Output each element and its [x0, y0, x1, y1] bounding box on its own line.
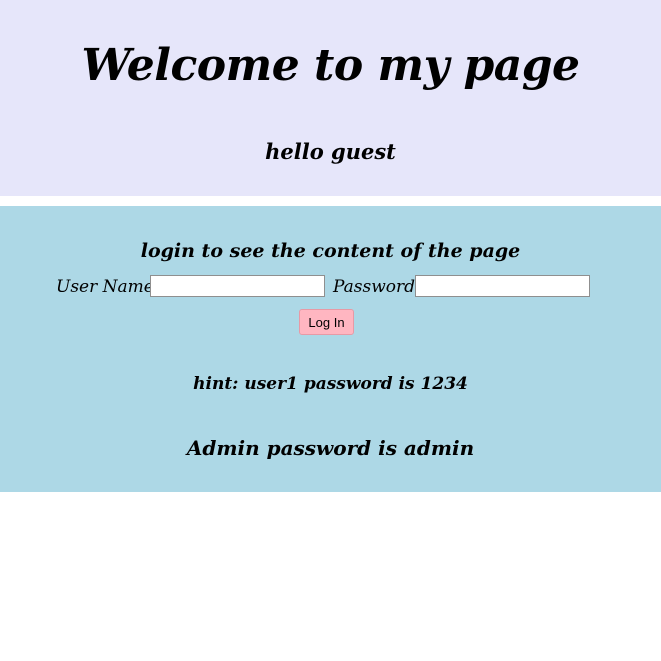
username-label: User Name:: [56, 277, 160, 297]
password-label: Password:: [333, 277, 421, 297]
username-input[interactable]: [150, 275, 325, 297]
login-heading: login to see the content of the page: [140, 240, 521, 262]
admin-hint-text: Admin password is admin: [186, 436, 475, 460]
page-header: Welcome to my page hello guest: [0, 0, 661, 196]
page-title: Welcome to my page: [81, 40, 580, 91]
login-panel: login to see the content of the page Use…: [0, 206, 661, 492]
password-input[interactable]: [415, 275, 590, 297]
login-button[interactable]: Log In: [299, 309, 354, 335]
user-hint-text: hint: user1 password is 1234: [193, 374, 468, 394]
greeting-text: hello guest: [265, 139, 396, 164]
